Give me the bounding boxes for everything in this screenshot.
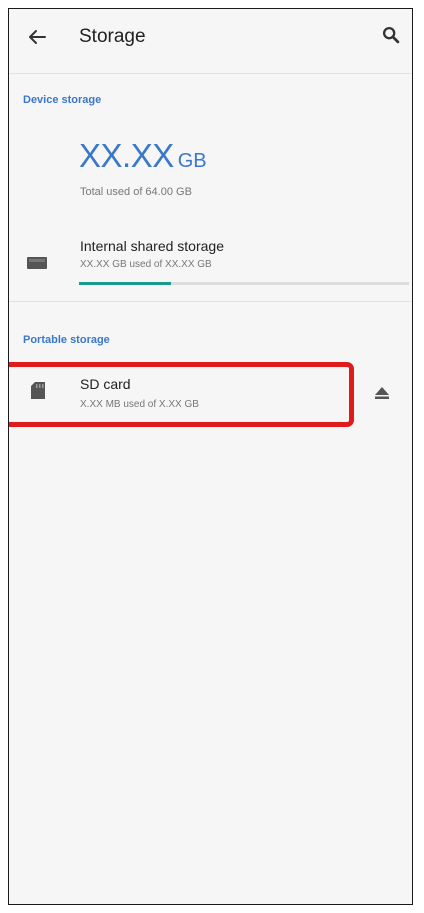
internal-storage-progress <box>79 282 409 285</box>
progress-fill <box>79 282 172 285</box>
total-used-number: XX.XX <box>79 137 174 174</box>
arrow-left-icon[interactable] <box>25 25 49 49</box>
eject-icon[interactable] <box>375 387 389 399</box>
total-used-subtitle: Total used of 64.00 GB <box>80 186 192 198</box>
sd-card-subtitle: X.XX MB used of X.XX GB <box>80 399 199 410</box>
storage-icon <box>27 257 47 269</box>
highlight-box <box>9 362 354 427</box>
divider <box>9 301 412 302</box>
sd-card-title: SD card <box>80 376 131 392</box>
total-used-value: XX.XX GB <box>79 137 207 175</box>
app-bar: Storage <box>9 9 412 65</box>
sd-card-icon <box>31 382 45 399</box>
divider <box>9 73 412 74</box>
section-header-device-storage: Device storage <box>23 94 102 106</box>
total-used-unit: GB <box>177 150 207 172</box>
page-title: Storage <box>79 26 146 47</box>
screen: Storage Device storage XX.XX GB Total use… <box>8 8 413 905</box>
internal-storage-subtitle: XX.XX GB used of XX.XX GB <box>80 259 212 270</box>
section-header-portable-storage: Portable storage <box>23 334 110 346</box>
internal-storage-title: Internal shared storage <box>80 238 224 254</box>
search-icon[interactable] <box>380 24 402 46</box>
